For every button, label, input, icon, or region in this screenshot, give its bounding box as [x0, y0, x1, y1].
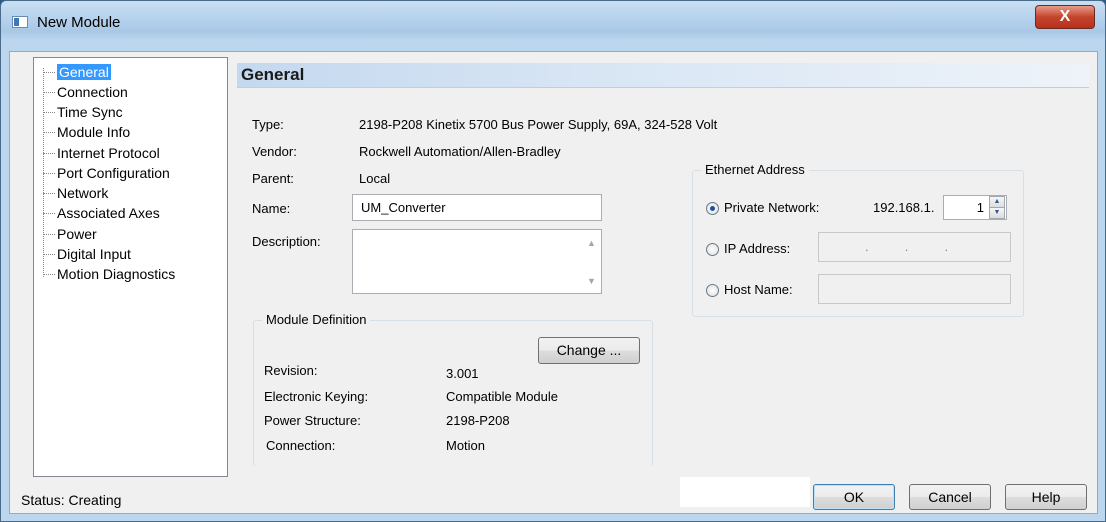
status-panel [680, 477, 810, 507]
window-title: New Module [37, 14, 121, 31]
new-module-window: New Module X General Connection Time Syn… [0, 0, 1106, 522]
ip-address-placeholder: . . . [865, 239, 949, 254]
connection-value: Motion [446, 438, 486, 453]
close-icon: X [1059, 8, 1071, 25]
tree-item-digital-input[interactable]: Digital Input [43, 245, 131, 263]
parent-value: Local [359, 171, 391, 186]
type-value: 2198-P208 Kinetix 5700 Bus Power Supply,… [359, 117, 718, 132]
electronic-keying-label: Electronic Keying: [264, 389, 369, 404]
ok-button[interactable]: OK [813, 484, 895, 510]
power-structure-label: Power Structure: [264, 413, 361, 428]
close-button[interactable]: X [1035, 5, 1095, 29]
tree-item-associated-axes[interactable]: Associated Axes [43, 204, 160, 222]
private-network-label[interactable]: Private Network: [724, 200, 819, 215]
tree-item-general[interactable]: General [43, 63, 111, 81]
scroll-up-icon[interactable]: ▲ [587, 238, 596, 248]
app-window-icon [12, 16, 28, 28]
host-spinner[interactable]: ▲ ▼ [989, 196, 1005, 219]
ip-address-input[interactable]: . . . [818, 232, 1011, 262]
tree-item-network[interactable]: Network [43, 184, 108, 202]
status-text: Status: Creating [21, 492, 122, 508]
tree-item-port-configuration[interactable]: Port Configuration [43, 164, 170, 182]
cancel-button[interactable]: Cancel [909, 484, 991, 510]
private-network-prefix: 192.168.1. [873, 200, 935, 215]
title-bar[interactable]: New Module X [1, 1, 1105, 39]
tree-item-motion-diagnostics[interactable]: Motion Diagnostics [43, 265, 175, 283]
electronic-keying-value: Compatible Module [446, 389, 559, 404]
tree-item-power[interactable]: Power [43, 225, 97, 243]
host-name-radio[interactable] [706, 284, 719, 297]
module-definition-title: Module Definition [262, 312, 371, 327]
tree-item-connection[interactable]: Connection [43, 83, 128, 101]
vendor-label: Vendor: [252, 144, 297, 159]
section-header: General [237, 63, 1089, 88]
scroll-down-icon[interactable]: ▼ [587, 276, 596, 286]
category-tree[interactable]: General Connection Time Sync Module Info… [33, 57, 228, 477]
spin-up-icon[interactable]: ▲ [989, 196, 1005, 208]
dialog-body: General Connection Time Sync Module Info… [9, 51, 1098, 514]
spin-down-icon[interactable]: ▼ [989, 208, 1005, 219]
private-network-host-value: 1 [976, 200, 984, 215]
vendor-value: Rockwell Automation/Allen-Bradley [359, 144, 561, 159]
revision-value: 3.001 [446, 366, 479, 381]
ip-address-radio[interactable] [706, 243, 719, 256]
tree-item-module-info[interactable]: Module Info [43, 123, 130, 141]
connection-label: Connection: [266, 438, 336, 453]
power-structure-value: 2198-P208 [446, 413, 510, 428]
revision-label: Revision: [264, 363, 318, 378]
host-name-label[interactable]: Host Name: [724, 282, 793, 297]
private-network-radio[interactable] [706, 202, 719, 215]
description-label: Description: [252, 234, 321, 249]
description-input[interactable]: ▲ ▼ [352, 229, 602, 294]
tree-item-time-sync[interactable]: Time Sync [43, 103, 123, 121]
help-button[interactable]: Help [1005, 484, 1087, 510]
section-title: General [241, 65, 305, 84]
ethernet-address-title: Ethernet Address [701, 162, 809, 177]
parent-label: Parent: [252, 171, 294, 186]
name-label: Name: [252, 201, 291, 216]
tree-item-internet-protocol[interactable]: Internet Protocol [43, 144, 160, 162]
ip-address-label[interactable]: IP Address: [724, 241, 790, 256]
change-button[interactable]: Change ... [538, 337, 640, 364]
type-label: Type: [252, 117, 284, 132]
host-name-input[interactable] [818, 274, 1011, 304]
name-input-value: UM_Converter [361, 200, 446, 215]
name-input[interactable]: UM_Converter [352, 194, 602, 221]
